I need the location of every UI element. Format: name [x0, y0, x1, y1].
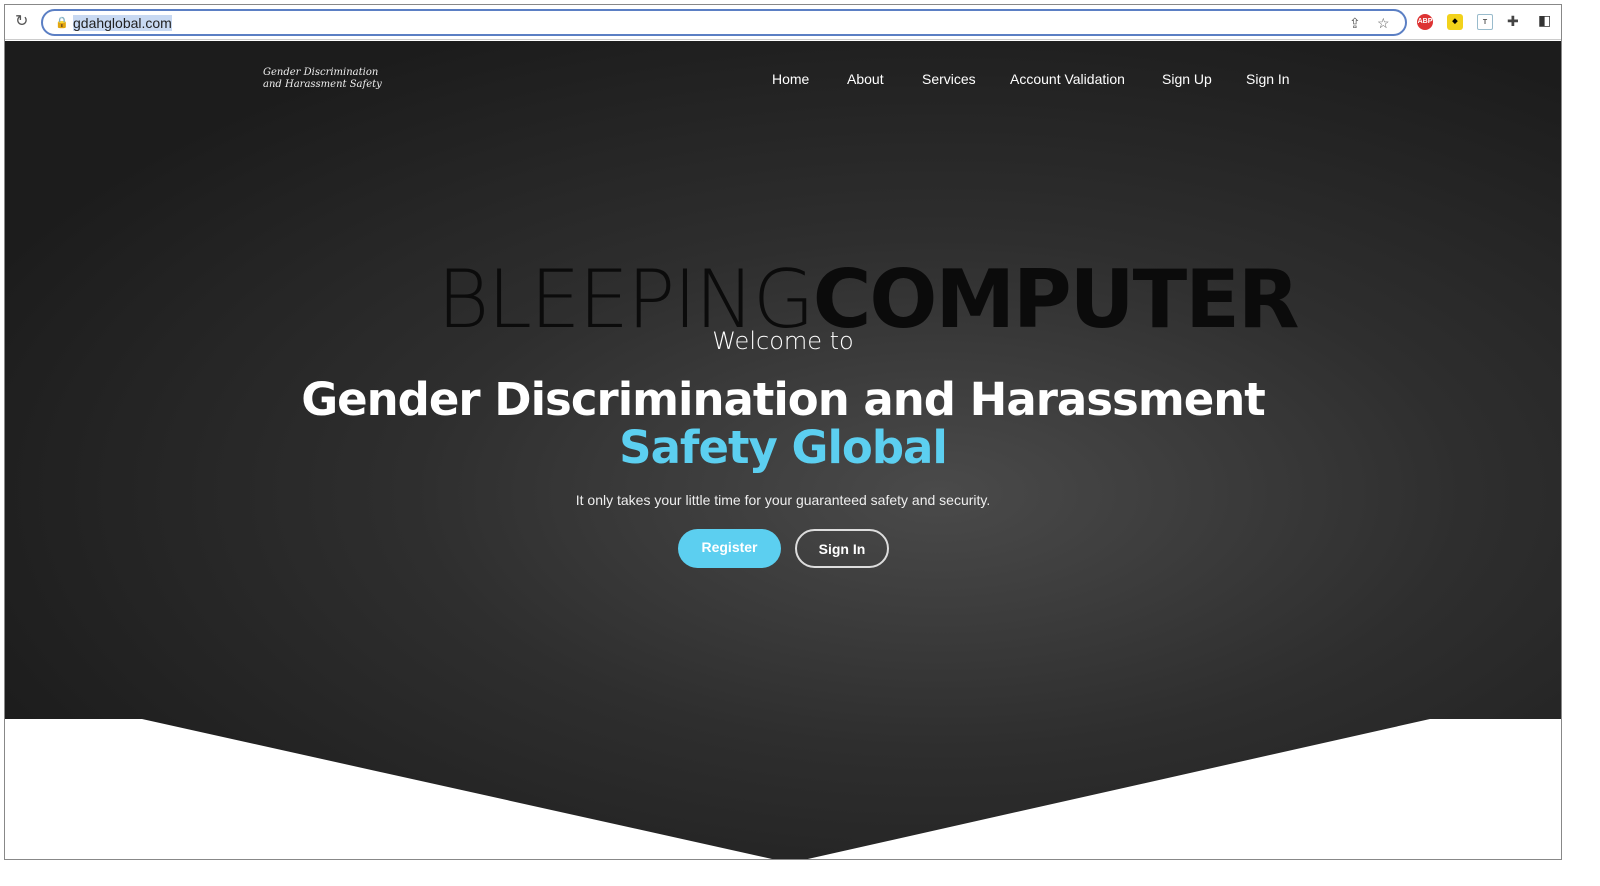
browser-toolbar: ↻ 🔒 gdahglobal.com ⇪ ☆ ABP ◆ T ✚ ◧ [5, 5, 1561, 40]
lock-icon[interactable]: 🔒 [55, 16, 69, 29]
nav-about[interactable]: About [847, 71, 884, 87]
nav-sign-in[interactable]: Sign In [1246, 71, 1290, 87]
site-logo[interactable]: Gender Discrimination and Harassment Safe… [263, 67, 382, 91]
adblock-icon[interactable]: ABP [1417, 14, 1433, 30]
hero-tagline: It only takes your little time for your … [575, 492, 991, 508]
star-icon[interactable]: ☆ [1377, 15, 1390, 32]
nav-services[interactable]: Services [922, 71, 976, 87]
address-bar[interactable]: 🔒 gdahglobal.com ⇪ ☆ [41, 9, 1407, 36]
nav-account-validation[interactable]: Account Validation [1010, 71, 1125, 87]
nav-sign-up[interactable]: Sign Up [1162, 71, 1212, 87]
hero-title: Gender Discrimination and Harassment [301, 373, 1266, 426]
welcome-text: Welcome to [712, 327, 854, 355]
reload-icon[interactable]: ↻ [15, 11, 28, 31]
sidepanel-icon[interactable]: ◧ [1538, 12, 1551, 29]
sign-in-button[interactable]: Sign In [795, 529, 889, 568]
browser-window: ↻ 🔒 gdahglobal.com ⇪ ☆ ABP ◆ T ✚ ◧ Gende… [4, 4, 1562, 860]
extension-t-icon[interactable]: T [1477, 14, 1493, 30]
nav-home[interactable]: Home [772, 71, 809, 87]
hero-title-accent: Safety Global [619, 421, 948, 474]
share-icon[interactable]: ⇪ [1349, 15, 1361, 32]
hero-section: Gender Discrimination and Harassment Safe… [5, 41, 1561, 859]
extension-yellow-icon[interactable]: ◆ [1447, 14, 1463, 30]
url-text[interactable]: gdahglobal.com [73, 15, 172, 31]
register-button[interactable]: Register [678, 529, 781, 568]
puzzle-icon[interactable]: ✚ [1507, 13, 1519, 30]
